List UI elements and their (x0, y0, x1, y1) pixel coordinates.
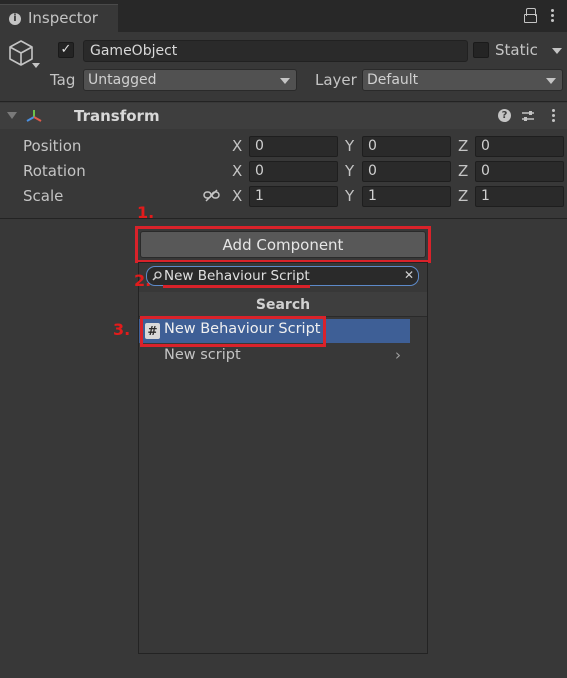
clear-icon[interactable]: ✕ (404, 268, 414, 282)
icon-picker-caret[interactable] (32, 63, 40, 68)
position-z-field[interactable]: 0 (475, 136, 564, 157)
static-checkbox[interactable] (473, 42, 489, 58)
constrain-link-icon[interactable] (203, 189, 220, 202)
rotation-label: Rotation (23, 162, 86, 180)
scale-z-label[interactable]: Z (458, 187, 468, 205)
list-item-new-script[interactable]: New script › (139, 344, 410, 368)
search-section-title: Search (139, 292, 427, 317)
static-label: Static (495, 41, 538, 59)
tag-dropdown[interactable]: Untagged (83, 69, 297, 91)
tab-inspector-label: Inspector (28, 9, 98, 27)
scale-y-label[interactable]: Y (345, 187, 354, 205)
check-icon: ✓ (60, 42, 72, 57)
transform-axes-icon (26, 110, 42, 122)
tab-bar: i Inspector (0, 0, 567, 33)
transform-title: Transform (74, 107, 160, 125)
divider (0, 218, 567, 219)
step-1-annotation: 1. (137, 203, 155, 222)
position-y-field[interactable]: 0 (362, 136, 451, 157)
rotation-z-label[interactable]: Z (458, 162, 468, 180)
position-z-label[interactable]: Z (458, 137, 468, 155)
object-name-field[interactable]: GameObject (83, 40, 468, 62)
info-icon: i (9, 13, 21, 25)
lock-icon-body[interactable] (524, 14, 537, 23)
help-icon[interactable]: ? (498, 109, 511, 122)
foldout-arrow-icon[interactable] (7, 112, 17, 119)
rotation-z-field[interactable]: 0 (475, 161, 564, 182)
rotation-x-label[interactable]: X (232, 162, 242, 180)
rotation-y-label[interactable]: Y (345, 162, 354, 180)
step-3-annotation: 3. (113, 320, 131, 339)
tag-value: Untagged (88, 72, 157, 88)
position-label: Position (23, 137, 82, 155)
chevron-down-icon (280, 78, 290, 84)
list-item-label: New script (164, 347, 241, 363)
add-component-button[interactable]: Add Component (140, 231, 426, 258)
chevron-right-icon: › (395, 346, 401, 364)
transform-header[interactable]: Transform ? (0, 103, 567, 129)
scale-y-field[interactable]: 1 (362, 186, 451, 207)
layer-value: Default (367, 72, 419, 88)
scale-x-label[interactable]: X (232, 187, 242, 205)
tag-label: Tag (50, 71, 76, 89)
component-menu-icon[interactable] (552, 109, 555, 124)
position-x-label[interactable]: X (232, 137, 242, 155)
divider (0, 101, 567, 102)
scale-z-field[interactable]: 1 (475, 186, 564, 207)
layer-dropdown[interactable]: Default (362, 69, 563, 91)
static-dropdown-caret[interactable] (552, 48, 562, 54)
position-x-field[interactable]: 0 (249, 136, 338, 157)
kebab-menu-icon[interactable] (551, 9, 554, 24)
scale-x-field[interactable]: 1 (249, 186, 338, 207)
rotation-x-field[interactable]: 0 (249, 161, 338, 182)
position-y-label[interactable]: Y (345, 137, 354, 155)
rotation-y-field[interactable]: 0 (362, 161, 451, 182)
tab-inspector[interactable]: i Inspector (0, 4, 118, 33)
chevron-down-icon (546, 78, 556, 84)
scale-label: Scale (23, 187, 64, 205)
step-2-highlight (163, 268, 310, 288)
active-checkbox[interactable]: ✓ (58, 42, 74, 58)
preset-icon[interactable] (521, 109, 535, 123)
step-3-highlight (140, 316, 326, 347)
layer-label: Layer (315, 71, 357, 89)
search-icon (152, 271, 162, 281)
